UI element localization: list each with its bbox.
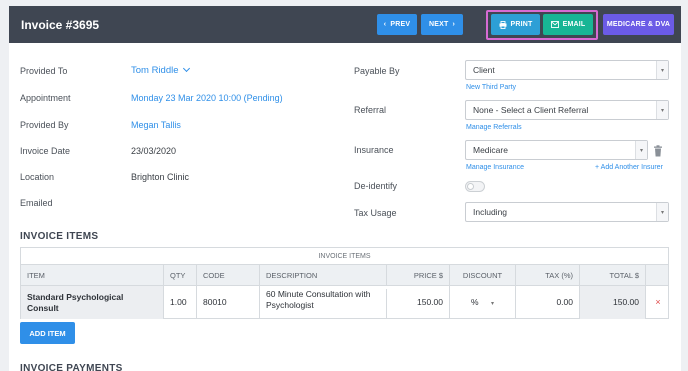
- total-cell: 150.00: [580, 286, 646, 319]
- provided-to-label: Provided To: [20, 66, 68, 76]
- column-header: PRICE $: [387, 265, 450, 286]
- new-third-party-link[interactable]: New Third Party: [466, 84, 516, 91]
- price-cell[interactable]: 150.00: [387, 286, 450, 319]
- appointment-link[interactable]: Monday 23 Mar 2020 10:00 (Pending): [131, 93, 283, 103]
- table-row: Standard Psychological Consult 1.00 8001…: [21, 286, 668, 319]
- discount-select[interactable]: % ▾: [450, 286, 516, 319]
- tax-usage-label: Tax Usage: [354, 208, 397, 218]
- invoice-header: Invoice #3695 ‹ PREV NEXT › PRINT EMAIL: [9, 6, 681, 43]
- printer-icon: [499, 20, 506, 29]
- envelope-icon: [550, 21, 559, 28]
- invoice-date-value: 23/03/2020: [131, 146, 177, 156]
- deidentify-label: De-identify: [354, 181, 398, 191]
- invoice-title: Invoice #3695: [21, 18, 100, 32]
- print-button[interactable]: PRINT: [491, 14, 540, 35]
- client-name-link[interactable]: Tom Riddle: [131, 64, 190, 76]
- select-arrow-icon: ▾: [635, 141, 647, 159]
- insurance-label: Insurance: [354, 145, 394, 155]
- description-cell[interactable]: 60 Minute Consultation with Psychologist: [260, 289, 387, 319]
- manage-insurance-link[interactable]: Manage Insurance: [466, 164, 524, 171]
- toggle-knob: [467, 183, 474, 190]
- tax-usage-select[interactable]: Including ▾: [465, 202, 669, 222]
- add-item-button[interactable]: ADD ITEM: [20, 322, 75, 344]
- column-header: DISCOUNT: [450, 265, 516, 286]
- select-arrow-icon: ▾: [656, 61, 668, 79]
- invoice-items-table: INVOICE ITEMS ITEM QTY CODE DESCRIPTION …: [20, 247, 669, 319]
- location-value: Brighton Clinic: [131, 172, 190, 182]
- column-header: QTY: [164, 265, 197, 286]
- select-arrow-icon: ▾: [656, 203, 668, 221]
- email-button[interactable]: EMAIL: [543, 14, 593, 35]
- next-button[interactable]: NEXT ›: [421, 14, 463, 35]
- table-caption: INVOICE ITEMS: [21, 248, 668, 265]
- invoice-items-heading: INVOICE ITEMS: [20, 231, 99, 242]
- column-header: CODE: [197, 265, 260, 286]
- table-header: ITEM QTY CODE DESCRIPTION PRICE $ DISCOU…: [21, 265, 668, 286]
- column-header: TAX (%): [516, 265, 580, 286]
- prev-button[interactable]: ‹ PREV: [377, 14, 417, 35]
- insurance-select[interactable]: Medicare ▾: [465, 140, 648, 160]
- referral-label: Referral: [354, 105, 387, 115]
- chevron-down-icon: [182, 64, 190, 73]
- provided-by-label: Provided By: [20, 120, 69, 130]
- invoice-date-label: Invoice Date: [20, 146, 71, 156]
- payable-by-select[interactable]: Client ▾: [465, 60, 669, 80]
- column-header: ITEM: [21, 265, 164, 286]
- manage-referrals-link[interactable]: Manage Referrals: [466, 124, 522, 131]
- invoice-panel: Invoice #3695 ‹ PREV NEXT › PRINT EMAIL: [9, 6, 681, 371]
- invoice-payments-heading: INVOICE PAYMENTS: [20, 363, 123, 371]
- add-insurer-link[interactable]: + Add Another Insurer: [595, 164, 663, 171]
- location-label: Location: [20, 172, 55, 182]
- trash-icon[interactable]: [653, 145, 663, 157]
- referral-select[interactable]: None - Select a Client Referral ▾: [465, 100, 669, 120]
- emailed-label: Emailed: [20, 198, 53, 208]
- medicare-dva-button[interactable]: MEDICARE & DVA: [603, 14, 674, 35]
- column-header: [646, 265, 670, 286]
- caret-down-icon: ▾: [490, 301, 494, 307]
- deidentify-toggle[interactable]: [465, 181, 485, 192]
- item-cell[interactable]: Standard Psychological Consult: [21, 286, 164, 319]
- chevron-right-icon: ›: [452, 21, 455, 28]
- qty-cell[interactable]: 1.00: [164, 286, 197, 319]
- delete-row-icon[interactable]: ×: [646, 286, 670, 319]
- select-arrow-icon: ▾: [656, 101, 668, 119]
- code-cell[interactable]: 80010: [197, 286, 260, 319]
- appointment-label: Appointment: [20, 93, 71, 103]
- provider-link[interactable]: Megan Tallis: [131, 120, 181, 130]
- column-header: TOTAL $: [580, 265, 646, 286]
- tax-cell[interactable]: 0.00: [516, 286, 580, 319]
- payable-by-label: Payable By: [354, 66, 400, 76]
- column-header: DESCRIPTION: [260, 265, 387, 286]
- chevron-left-icon: ‹: [383, 21, 387, 28]
